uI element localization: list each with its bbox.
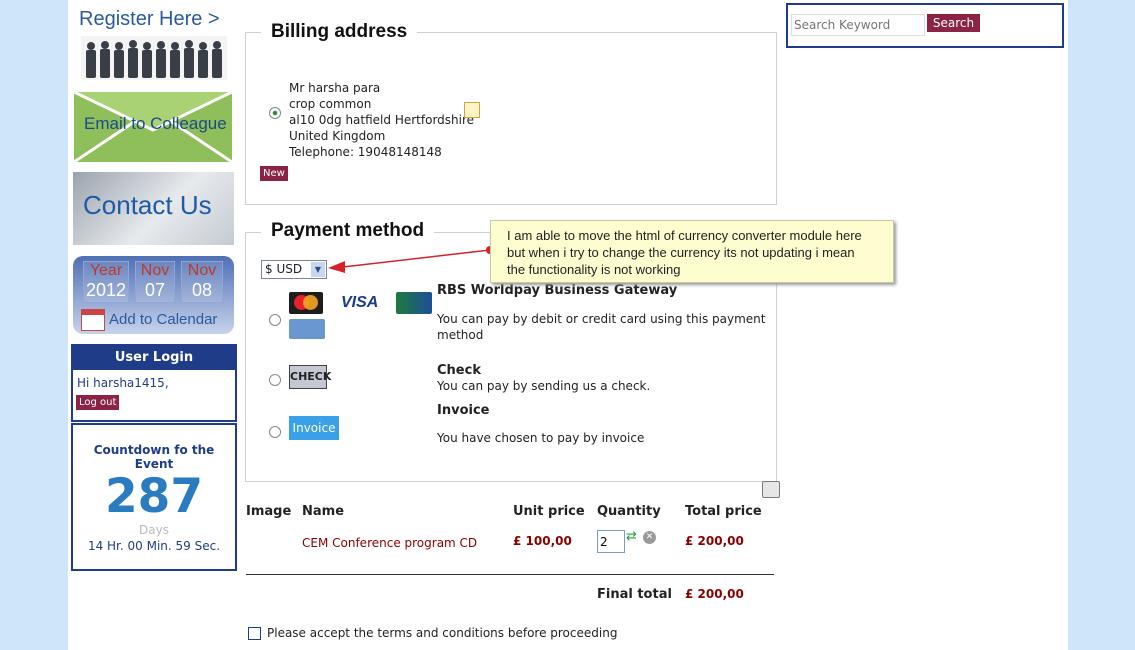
calendar-year-cell: Year 2012: [83, 261, 129, 303]
remove-icon[interactable]: ✕: [643, 531, 656, 544]
email-colleague-banner[interactable]: Email to Colleague: [74, 92, 232, 162]
user-login-box: User Login Hi harsha1415, Log out: [71, 344, 237, 422]
visa-icon: VISA: [341, 294, 379, 311]
calendar-day-value: 08: [191, 280, 213, 300]
add-to-calendar-link[interactable]: Add to Calendar: [109, 311, 217, 328]
calendar-widget: Year 2012 Nov 07 Nov 08 Add to Calendar: [73, 256, 234, 334]
billing-address-title: Billing address: [261, 21, 418, 43]
mastercard-icon: [289, 292, 323, 314]
final-total-value: £ 200,00: [685, 587, 744, 601]
calendar-month-label: Nov: [140, 262, 170, 279]
payment-title-invoice: Invoice: [437, 403, 490, 418]
address-line: Telephone: 19048148148: [289, 145, 442, 159]
user-login-title: User Login: [73, 346, 235, 370]
currency-select[interactable]: $ USD ▼: [261, 260, 327, 279]
logout-button[interactable]: Log out: [76, 395, 120, 410]
annotation-text: I am able to move the html of currency c…: [507, 228, 862, 277]
countdown-title: Countdown fo the Event: [93, 443, 215, 471]
payment-desc-invoice: You have chosen to pay by invoice: [437, 431, 645, 445]
payment-title-check: Check: [437, 363, 481, 378]
quantity-input[interactable]: [597, 530, 625, 553]
edit-address-icon[interactable]: [464, 102, 480, 118]
login-greeting: Hi harsha1415,: [77, 376, 169, 390]
currency-value: $ USD: [265, 262, 303, 276]
payment-title-worldpay: RBS Worldpay Business Gateway: [437, 283, 678, 298]
payment-method-title: Payment method: [261, 220, 435, 242]
countdown-days-label: Days: [139, 523, 169, 537]
search-input[interactable]: [791, 14, 925, 36]
calendar-day-label: Nov: [187, 262, 217, 279]
contact-us-label: Contact Us: [83, 190, 212, 220]
cb-card-icon: [396, 292, 432, 314]
amex-icon: [289, 319, 325, 339]
terms-label: Please accept the terms and conditions b…: [267, 626, 618, 640]
header-total-price: Total price: [685, 504, 762, 519]
email-colleague-label: Email to Colleague: [84, 114, 227, 133]
people-image: [81, 36, 227, 80]
calendar-month-cell: Nov 07: [135, 261, 175, 303]
address-line: Mr harsha para: [289, 81, 381, 95]
item-total-price: £ 200,00: [685, 534, 744, 548]
payment-radio-worldpay[interactable]: [269, 314, 281, 326]
payment-desc-worldpay: You can pay by debit or credit card usin…: [437, 312, 766, 342]
countdown-time: 14 Hr. 00 Min. 59 Sec.: [87, 539, 221, 553]
header-name: Name: [302, 504, 345, 519]
new-address-button[interactable]: New: [260, 166, 288, 181]
calendar-month-value: 07: [144, 280, 166, 300]
address-line: crop common: [289, 97, 372, 111]
header-quantity: Quantity: [597, 504, 661, 519]
register-link[interactable]: Register Here >: [79, 8, 220, 31]
contact-us-banner[interactable]: Contact Us: [73, 172, 234, 245]
calendar-year-value: 2012: [85, 280, 127, 300]
print-icon[interactable]: [762, 481, 780, 498]
search-box: Search: [786, 3, 1064, 48]
calendar-year-label: Year: [89, 262, 123, 279]
invoice-icon: Invoice: [289, 416, 339, 440]
payment-radio-invoice[interactable]: [269, 426, 281, 438]
countdown-days-value: 287: [104, 469, 204, 524]
page: Register Here > Email to Colleague Conta…: [68, 0, 1068, 650]
payment-radio-check[interactable]: [269, 374, 281, 386]
billing-address-text: Mr harsha para crop common al10 0dg hatf…: [289, 80, 474, 160]
item-name-link[interactable]: CEM Conference program CD: [302, 536, 477, 550]
callout-arrow: [328, 246, 494, 273]
annotation-note: I am able to move the html of currency c…: [490, 220, 894, 283]
billing-address-radio[interactable]: [269, 107, 281, 119]
check-icon: CHECK: [289, 365, 331, 389]
refresh-icon[interactable]: ⇄: [626, 530, 640, 544]
header-image: Image: [246, 504, 292, 519]
address-line: al10 0dg hatfield Hertfordshire: [289, 113, 475, 127]
divider: [246, 574, 774, 575]
header-unit-price: Unit price: [513, 504, 585, 519]
countdown-box: Countdown fo the Event 287 Days 14 Hr. 0…: [71, 423, 237, 571]
payment-desc-check: You can pay by sending us a check.: [437, 379, 651, 393]
calendar-icon: [81, 309, 105, 331]
calendar-day-cell: Nov 08: [181, 261, 223, 303]
search-button[interactable]: Search: [927, 14, 980, 32]
item-unit-price: £ 100,00: [513, 534, 572, 548]
terms-checkbox[interactable]: [248, 627, 261, 640]
final-total-label: Final total: [597, 587, 672, 602]
address-line: United Kingdom: [289, 129, 386, 143]
